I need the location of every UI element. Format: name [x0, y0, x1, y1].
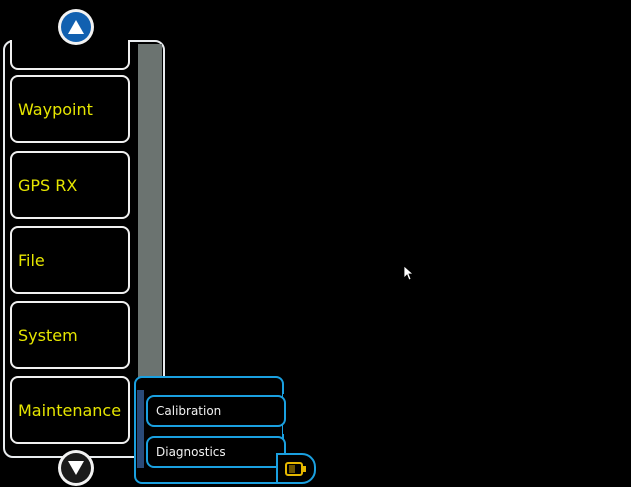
menu-item-system[interactable]: System	[10, 301, 130, 369]
triangle-up-icon	[61, 12, 91, 42]
menu-scrollbar[interactable]	[138, 44, 162, 432]
submenu-item-calibration[interactable]: Calibration	[146, 395, 286, 427]
mouse-pointer-icon	[403, 265, 415, 281]
menu-item-file[interactable]: File	[10, 226, 130, 294]
menu-item-partial[interactable]	[10, 40, 130, 70]
menu-item-label: Maintenance	[18, 400, 122, 420]
scroll-down-button[interactable]	[58, 450, 94, 486]
submenu-item-label: Calibration	[156, 404, 222, 418]
menu-item-maintenance[interactable]: Maintenance	[10, 376, 130, 444]
submenu-item-diagnostics[interactable]: Diagnostics	[146, 436, 286, 468]
menu-item-label: GPS RX	[18, 175, 78, 195]
submenu-item-label: Diagnostics	[156, 445, 226, 459]
status-indicator[interactable]	[276, 453, 316, 484]
menu-item-label: Waypoint	[18, 99, 93, 119]
menu-item-label: File	[18, 250, 45, 270]
battery-icon	[285, 461, 306, 476]
menu-item-waypoint[interactable]: Waypoint	[10, 75, 130, 143]
scroll-up-button[interactable]	[58, 9, 94, 45]
submenu-accent	[137, 390, 144, 468]
menu-item-gps-rx[interactable]: GPS RX	[10, 151, 130, 219]
triangle-down-icon	[61, 453, 91, 483]
menu-item-label: System	[18, 325, 78, 345]
